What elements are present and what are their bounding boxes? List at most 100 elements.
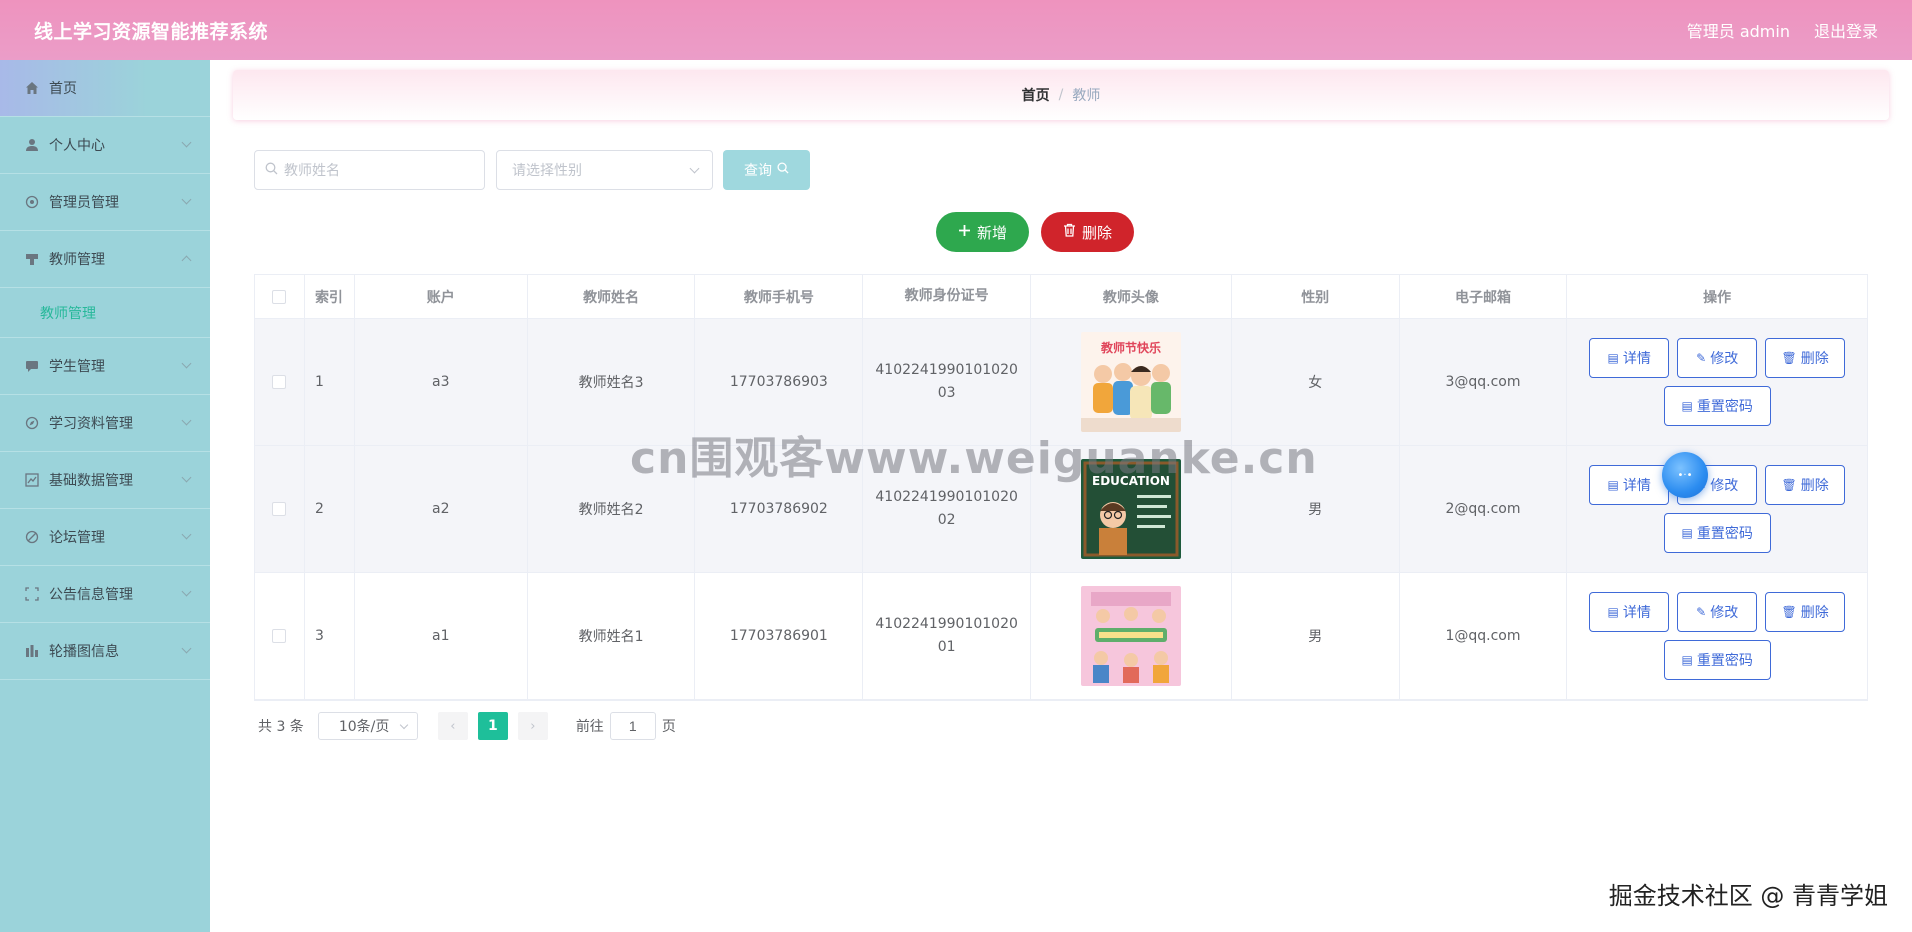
goto-prefix: 前往 [575,719,604,735]
sidebar-item-notice[interactable]: 公告信息管理 [0,566,210,623]
detail-label: 详情 [1622,605,1651,621]
batch-delete-button[interactable]: 删除 [1041,212,1134,252]
document-icon: ▤ [1681,526,1693,540]
goto-page-input[interactable] [609,712,656,740]
cell-account: a3 [355,319,528,445]
reset-password-label: 重置密码 [1696,399,1753,415]
edit-icon: ✎ [1696,351,1707,365]
chevron-right-icon: › [530,718,536,734]
teacher-name-search[interactable] [254,150,485,190]
admin-user-label[interactable]: 管理员 admin [1687,18,1790,42]
column-header: 账户 [355,275,528,318]
detail-button[interactable]: ▤ 详情 [1589,592,1670,632]
forum-icon [24,529,40,545]
pagination-total: 共 3 条 [258,719,304,735]
teacher-name-input[interactable] [284,162,474,178]
sidebar-item-label: 公告信息管理 [49,587,133,603]
sidebar-subitem-teacher-management[interactable]: 教师管理 [0,288,210,338]
edit-button[interactable]: ✎修改 [1677,338,1758,378]
column-header: 性别 [1232,275,1400,318]
avatar[interactable] [1080,586,1181,686]
table-header: 索引 账户 教师姓名 教师手机号 教师身份证号 教师头像 性别 电子邮箱 操作 [255,275,1867,319]
avatar-caption: 教师节快乐 [1100,340,1161,355]
cell-email: 3@qq.com [1400,319,1568,445]
edit-label: 修改 [1710,478,1739,494]
plus-icon [958,223,971,241]
sidebar-item-base-data[interactable]: 基础数据管理 [0,452,210,509]
sidebar-item-forum[interactable]: 论坛管理 [0,509,210,566]
sidebar-item-materials[interactable]: 学习资料管理 [0,395,210,452]
settings-icon [24,194,40,210]
reset-password-label: 重置密码 [1696,653,1753,669]
sidebar-item-label: 教师管理 [49,252,105,268]
reset-password-button[interactable]: ▤ 重置密码 [1663,513,1771,553]
breadcrumb-separator: / [1058,87,1064,103]
cell-operations: ▤详情 ✎修改 🗑删除 ▤重置密码 [1567,319,1867,445]
row-checkbox-cell [255,573,305,699]
detail-button[interactable]: ▤ 详情 [1589,465,1670,505]
sidebar-item-label: 论坛管理 [49,530,105,546]
floating-assistant-button[interactable]: •·• [1662,452,1708,498]
column-header: 教师手机号 [695,275,864,318]
add-button-label: 新增 [976,223,1007,242]
cell-index: 3 [305,573,355,699]
breadcrumb: 首页 / 教师 [233,70,1889,120]
page-size-select[interactable]: 10条/页 [317,712,418,740]
delete-button[interactable]: 🗑 删除 [1765,338,1846,378]
delete-button[interactable]: 🗑 删除 [1765,592,1846,632]
cell-operations: ▤详情 ✎修改 🗑删除 ▤重置密码 [1567,446,1867,572]
sidebar-item-home[interactable]: 首页 [0,60,210,117]
goto-suffix: 页 [661,719,676,735]
sidebar-item-student[interactable]: 学生管理 [0,338,210,395]
detail-button[interactable]: ▤ 详情 [1589,338,1670,378]
cell-name: 教师姓名1 [528,573,696,699]
cell-account: a2 [355,446,528,572]
column-header: 电子邮箱 [1400,275,1568,318]
sidebar-item-label: 学生管理 [49,359,105,375]
edit-button[interactable]: ✎修改 [1677,592,1758,632]
edit-label: 修改 [1710,605,1739,621]
credit-watermark: 掘金技术社区 @ 青青学姐 [1608,882,1888,910]
detail-label: 详情 [1622,478,1651,494]
sidebar-item-teacher[interactable]: 教师管理 [0,231,210,288]
sidebar-item-admin[interactable]: 管理员管理 [0,174,210,231]
prev-page-button[interactable]: ‹ [437,712,468,740]
sidebar-item-personal-center[interactable]: 个人中心 [0,117,210,174]
sidebar-item-label: 管理员管理 [49,195,119,211]
header-checkbox-cell [255,275,305,318]
logout-button[interactable]: 退出登录 [1814,18,1878,42]
chevron-down-icon [181,472,192,483]
column-header: 教师身份证号 [863,275,1032,318]
op-row: ▤详情 ✎修改 🗑删除 [1589,465,1846,505]
gender-select[interactable]: 请选择性别 [496,150,713,190]
reset-password-button[interactable]: ▤ 重置密码 [1663,386,1771,426]
avatar[interactable]: 教师节快乐 [1080,332,1181,432]
cell-avatar [1031,573,1232,699]
breadcrumb-home[interactable]: 首页 [1022,85,1050,105]
sidebar-item-label: 轮播图信息 [49,644,119,660]
top-header: 线上学习资源智能推荐系统 管理员 admin 退出登录 [0,0,1912,60]
page-number-current[interactable]: 1 [477,712,508,740]
sidebar-item-carousel[interactable]: 轮播图信息 [0,623,210,680]
reset-password-button[interactable]: ▤ 重置密码 [1663,640,1771,680]
delete-label: 删除 [1800,478,1829,494]
cell-id-card: 410224199010102001 [863,573,1032,699]
query-button[interactable]: 查询 [723,150,810,190]
edit-icon: ✎ [1696,605,1707,619]
select-all-checkbox[interactable] [272,289,287,304]
delete-button[interactable]: 🗑 删除 [1765,465,1846,505]
row-checkbox[interactable] [272,502,287,516]
next-page-button[interactable]: › [517,712,548,740]
trash-icon: 🗑 [1781,478,1797,492]
cell-email: 1@qq.com [1400,573,1568,699]
op-row: ▤详情 ✎修改 🗑删除 [1589,338,1846,378]
column-header: 索引 [305,275,355,318]
document-icon: ▤ [1607,478,1619,492]
row-checkbox[interactable] [272,375,287,389]
header-user-area: 管理员 admin 退出登录 [1687,18,1878,42]
document-icon: ▤ [1607,351,1619,365]
table-row: 3 a1 教师姓名1 17703786901 41022419901010200… [255,573,1867,700]
add-button[interactable]: 新增 [936,212,1029,252]
row-checkbox[interactable] [272,629,287,643]
user-icon [24,137,40,153]
